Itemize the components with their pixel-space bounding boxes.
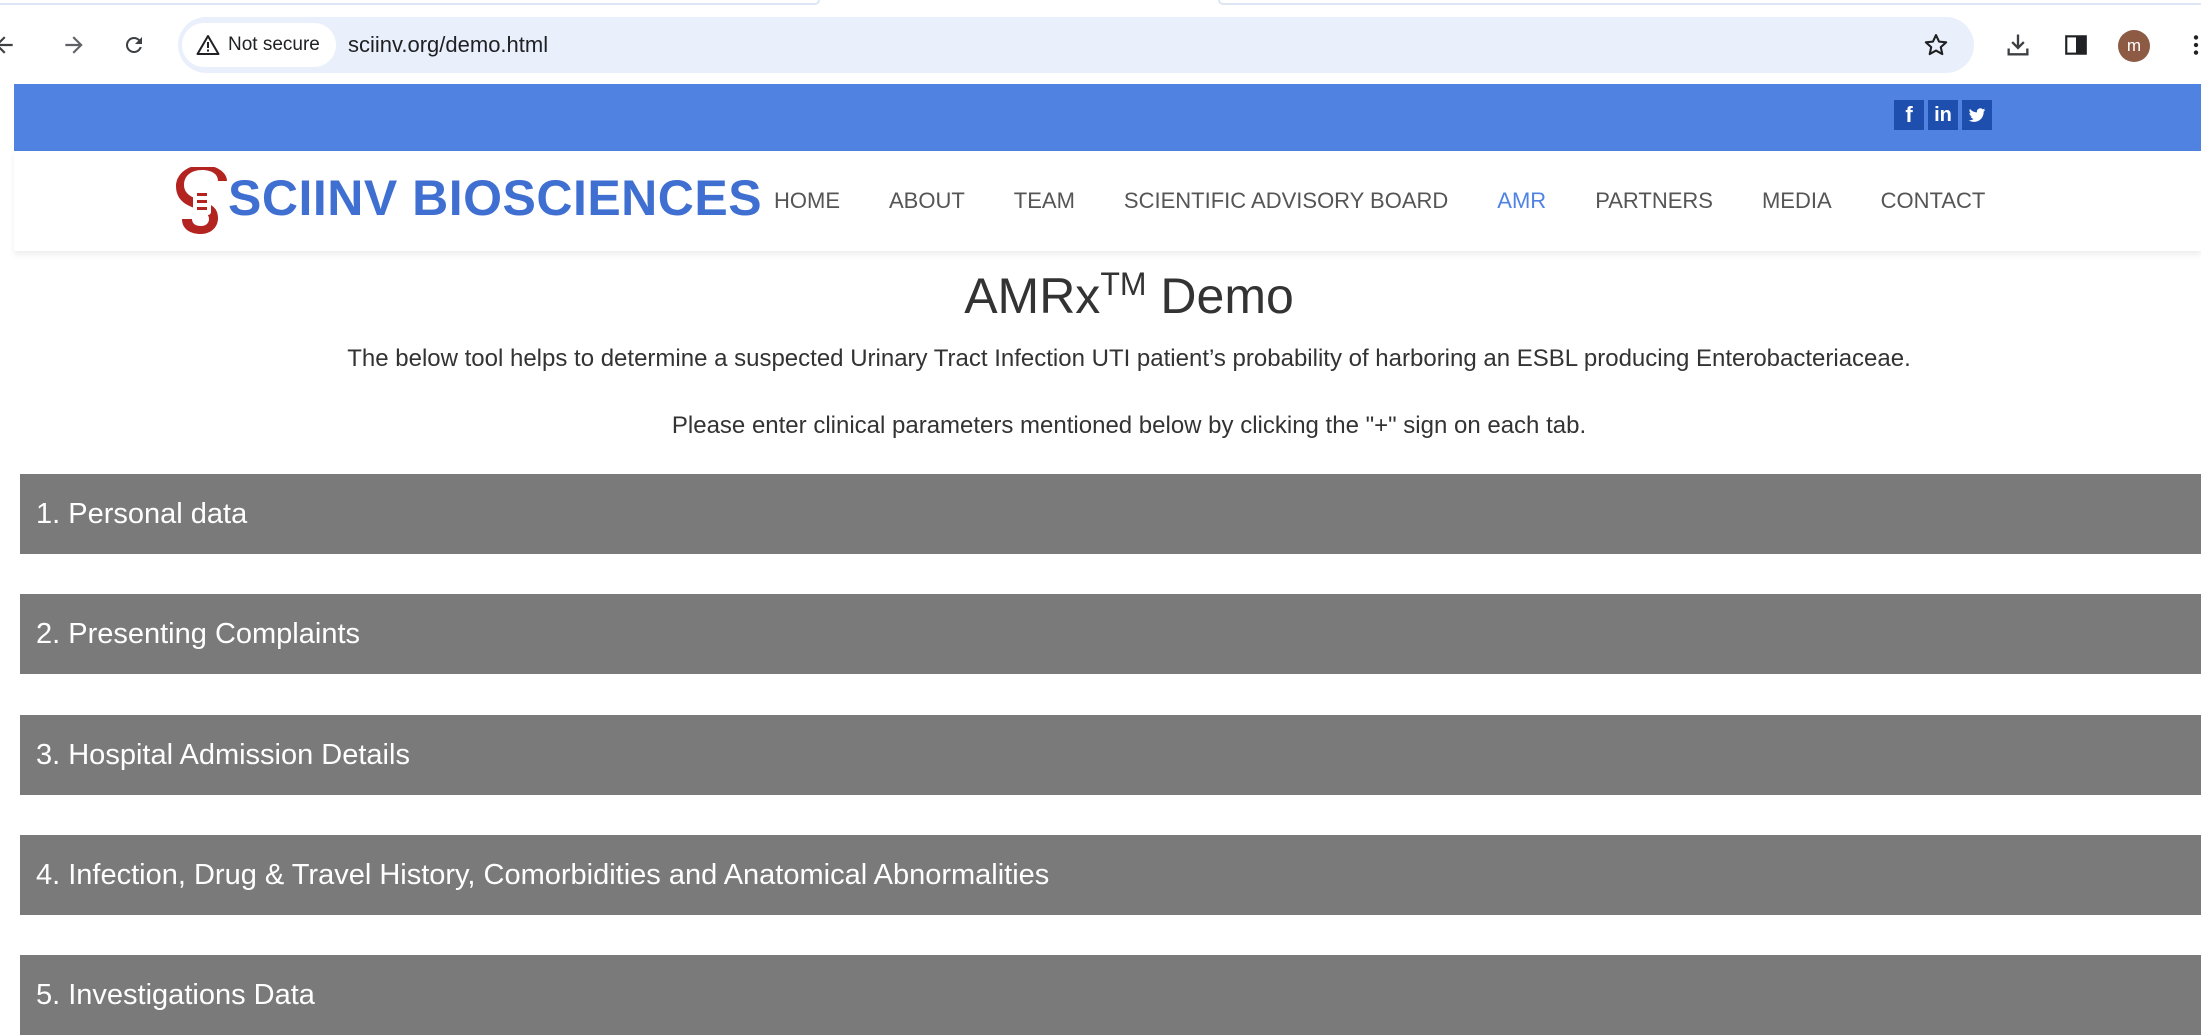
forward-button[interactable] (56, 27, 92, 63)
section-presenting-complaints[interactable]: 2. Presenting Complaints (20, 594, 2201, 674)
menu-item-scientific-advisory-board[interactable]: SCIENTIFIC ADVISORY BOARD (1124, 188, 1448, 214)
sciinv-logo-icon[interactable] (174, 167, 230, 237)
star-icon (1924, 34, 1948, 56)
security-indicator[interactable]: Not secure (182, 23, 336, 67)
menu-item-about[interactable]: ABOUT (889, 188, 965, 214)
side-panel-icon (2065, 35, 2087, 55)
page-title: AMRxTM Demo (14, 266, 2201, 325)
reload-icon (125, 36, 142, 53)
back-button[interactable] (0, 27, 22, 63)
security-label: Not secure (228, 34, 320, 55)
url-text[interactable]: sciinv.org/demo.html (348, 17, 548, 73)
social-links: f in (1894, 100, 1992, 130)
intro-text: The below tool helps to determine a susp… (347, 345, 1911, 372)
back-arrow-icon (0, 36, 13, 54)
bookmark-button[interactable] (1918, 27, 1954, 63)
site-logo-text[interactable]: SCIINV BIOSCIENCES (228, 169, 762, 227)
reload-button[interactable] (116, 27, 152, 63)
section-personal-data[interactable]: 1. Personal data (20, 474, 2201, 554)
social-bar: f in (14, 84, 2201, 151)
more-vertical-icon (2193, 35, 2199, 55)
linkedin-icon[interactable]: in (1928, 100, 1958, 130)
menu-item-amr[interactable]: AMR (1497, 188, 1546, 214)
menu-item-media[interactable]: MEDIA (1762, 188, 1832, 214)
section-infection-drug-travel-history[interactable]: 4. Infection, Drug & Travel History, Com… (20, 835, 2201, 915)
facebook-icon[interactable]: f (1894, 100, 1924, 130)
side-panel-button[interactable] (2058, 27, 2094, 63)
title-main: AMRx (964, 268, 1101, 324)
tab-edge-left (0, 0, 820, 5)
profile-avatar[interactable]: m (2118, 30, 2150, 62)
twitter-bird-icon (1968, 108, 1986, 122)
tab-strip (0, 0, 2201, 6)
menu-item-home[interactable]: HOME (774, 188, 840, 214)
download-icon (2007, 34, 2029, 56)
browser-menu-button[interactable] (2178, 27, 2201, 63)
downloads-button[interactable] (2000, 27, 2036, 63)
site-navigation: SCIINV BIOSCIENCES HOME ABOUT TEAM SCIEN… (14, 151, 2201, 251)
warning-triangle-icon (196, 35, 220, 55)
menu-item-team[interactable]: TEAM (1014, 188, 1075, 214)
section-hospital-admission-details[interactable]: 3. Hospital Admission Details (20, 715, 2201, 795)
main-menu: HOME ABOUT TEAM SCIENTIFIC ADVISORY BOAR… (774, 151, 2034, 251)
menu-item-contact[interactable]: CONTACT (1881, 188, 1986, 214)
address-bar[interactable]: Not secure sciinv.org/demo.html (178, 17, 1974, 73)
section-investigations-data[interactable]: 5. Investigations Data (20, 955, 2201, 1035)
twitter-icon[interactable] (1962, 100, 1992, 130)
forward-arrow-icon (65, 36, 83, 54)
tab-edge-right (1218, 0, 2201, 5)
title-rest: Demo (1146, 268, 1294, 324)
menu-item-partners[interactable]: PARTNERS (1595, 188, 1713, 214)
browser-chrome: Not secure sciinv.org/demo.html m (0, 0, 2201, 84)
instructions-text: Please enter clinical parameters mention… (671, 412, 1587, 439)
trademark-mark: TM (1100, 266, 1147, 302)
